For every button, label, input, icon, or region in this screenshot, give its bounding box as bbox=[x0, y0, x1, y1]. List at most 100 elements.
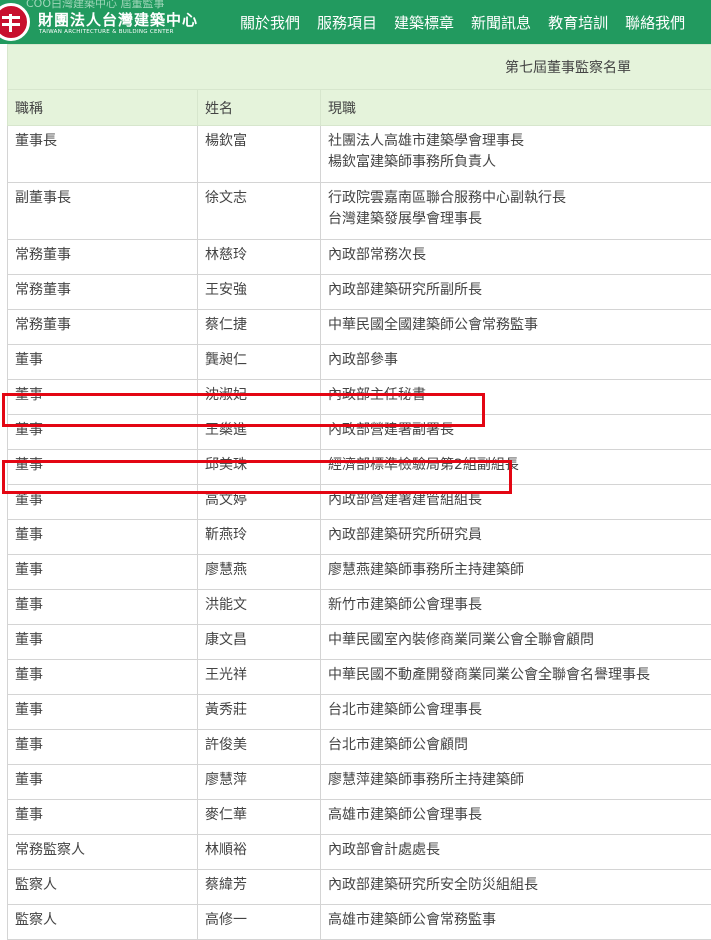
position-line: 新竹市建築師公會理事長 bbox=[328, 595, 710, 616]
cell-position: 台北市建築師公會顧問 bbox=[321, 730, 711, 765]
position-line: 內政部常務次長 bbox=[328, 245, 710, 266]
cell-name: 廖慧萍 bbox=[198, 765, 321, 800]
cell-position: 高雄市建築師公會常務監事 bbox=[321, 905, 711, 940]
table-title: 第七屆董事監察名單 bbox=[8, 45, 711, 90]
position-line: 高雄市建築師公會理事長 bbox=[328, 805, 710, 826]
cell-name: 洪能文 bbox=[198, 590, 321, 625]
cell-role: 董事 bbox=[8, 345, 198, 380]
nav-item-about[interactable]: 關於我們 bbox=[240, 12, 300, 33]
table-row: 常務董事蔡仁捷中華民國全國建築師公會常務監事 bbox=[8, 310, 711, 345]
cell-role: 董事 bbox=[8, 625, 198, 660]
table-row: 董事王光祥中華民國不動產開發商業同業公會全聯會名譽理事長 bbox=[8, 660, 711, 695]
table-row: 常務監察人林順裕內政部會計處處長 bbox=[8, 835, 711, 870]
cell-role: 董事 bbox=[8, 590, 198, 625]
cell-role: 董事 bbox=[8, 800, 198, 835]
highlight-box-1 bbox=[2, 393, 485, 427]
cell-name: 高修一 bbox=[198, 905, 321, 940]
cell-name: 黃秀莊 bbox=[198, 695, 321, 730]
table-title-row: 第七屆董事監察名單 bbox=[8, 45, 711, 90]
table-row: 董事廖慧燕廖慧燕建築師事務所主持建築師 bbox=[8, 555, 711, 590]
cell-role: 常務監察人 bbox=[8, 835, 198, 870]
position-line: 行政院雲嘉南區聯合服務中心副執行長 bbox=[328, 188, 710, 209]
cell-position: 內政部參事 bbox=[321, 345, 711, 380]
position-line: 台北市建築師公會理事長 bbox=[328, 700, 710, 721]
cell-role: 董事 bbox=[8, 555, 198, 590]
cell-name: 麥仁華 bbox=[198, 800, 321, 835]
cell-name: 許俊美 bbox=[198, 730, 321, 765]
cell-name: 靳燕玲 bbox=[198, 520, 321, 555]
position-line: 中華民國全國建築師公會常務監事 bbox=[328, 315, 710, 336]
nav-item-training[interactable]: 教育培訓 bbox=[548, 12, 608, 33]
cell-position: 社團法人高雄市建築學會理事長楊欽富建築師事務所負責人 bbox=[321, 126, 711, 183]
table-row: 監察人高修一高雄市建築師公會常務監事 bbox=[8, 905, 711, 940]
table-row: 董事黃秀莊台北市建築師公會理事長 bbox=[8, 695, 711, 730]
cell-position: 中華民國不動產開發商業同業公會全聯會名譽理事長 bbox=[321, 660, 711, 695]
position-line: 內政部建築研究所副所長 bbox=[328, 280, 710, 301]
position-line: 內政部建築研究所安全防災組組長 bbox=[328, 875, 710, 896]
position-line: 廖慧燕建築師事務所主持建築師 bbox=[328, 560, 710, 581]
nav-item-news[interactable]: 新聞訊息 bbox=[471, 12, 531, 33]
cell-name: 王光祥 bbox=[198, 660, 321, 695]
org-name-en: TAIWAN ARCHITECTURE & BUILDING CENTER bbox=[39, 29, 174, 35]
table-row: 監察人蔡緯芳內政部建築研究所安全防災組組長 bbox=[8, 870, 711, 905]
cell-position: 中華民國室內裝修商業同業公會全聯會顧問 bbox=[321, 625, 711, 660]
cell-role: 董事 bbox=[8, 765, 198, 800]
cell-role: 監察人 bbox=[8, 905, 198, 940]
position-line: 高雄市建築師公會常務監事 bbox=[328, 910, 710, 931]
cell-role: 董事 bbox=[8, 695, 198, 730]
cell-role: 董事長 bbox=[8, 126, 198, 183]
column-header-role: 職稱 bbox=[8, 90, 198, 126]
nav-item-services[interactable]: 服務項目 bbox=[317, 12, 377, 33]
cell-role: 常務董事 bbox=[8, 310, 198, 345]
position-line: 廖慧萍建築師事務所主持建築師 bbox=[328, 770, 710, 791]
cell-role: 董事 bbox=[8, 660, 198, 695]
cell-name: 徐文志 bbox=[198, 183, 321, 240]
cell-position: 內政部會計處處長 bbox=[321, 835, 711, 870]
position-line: 中華民國室內裝修商業同業公會全聯會顧問 bbox=[328, 630, 710, 651]
table-row: 董事龔昶仁內政部參事 bbox=[8, 345, 711, 380]
cell-name: 林慈玲 bbox=[198, 240, 321, 275]
site-header: COO白灣建築中心 屆董監事 財團法人台灣建築中心 TAIWAN ARCHITE… bbox=[0, 0, 711, 44]
cell-position: 廖慧萍建築師事務所主持建築師 bbox=[321, 765, 711, 800]
cell-role: 董事 bbox=[8, 730, 198, 765]
cell-name: 廖慧燕 bbox=[198, 555, 321, 590]
cell-role: 常務董事 bbox=[8, 240, 198, 275]
cell-position: 高雄市建築師公會理事長 bbox=[321, 800, 711, 835]
position-line: 楊欽富建築師事務所負責人 bbox=[328, 152, 710, 173]
position-line: 中華民國不動產開發商業同業公會全聯會名譽理事長 bbox=[328, 665, 710, 686]
table-row: 董事許俊美台北市建築師公會顧問 bbox=[8, 730, 711, 765]
cell-position: 內政部建築研究所副所長 bbox=[321, 275, 711, 310]
cell-position: 行政院雲嘉南區聯合服務中心副執行長台灣建築發展學會理事長 bbox=[321, 183, 711, 240]
cell-name: 王安強 bbox=[198, 275, 321, 310]
table-row: 董事洪能文新竹市建築師公會理事長 bbox=[8, 590, 711, 625]
table-row: 常務董事王安強內政部建築研究所副所長 bbox=[8, 275, 711, 310]
cell-position: 廖慧燕建築師事務所主持建築師 bbox=[321, 555, 711, 590]
cell-name: 康文昌 bbox=[198, 625, 321, 660]
table-row: 董事長楊欽富社團法人高雄市建築學會理事長楊欽富建築師事務所負責人 bbox=[8, 126, 711, 183]
cell-position: 內政部建築研究所安全防災組組長 bbox=[321, 870, 711, 905]
cell-role: 常務董事 bbox=[8, 275, 198, 310]
table-row: 董事麥仁華高雄市建築師公會理事長 bbox=[8, 800, 711, 835]
position-line: 內政部參事 bbox=[328, 350, 710, 371]
nav-item-contact[interactable]: 聯絡我們 bbox=[625, 12, 685, 33]
cell-position: 內政部建築研究所研究員 bbox=[321, 520, 711, 555]
table-row: 董事靳燕玲內政部建築研究所研究員 bbox=[8, 520, 711, 555]
position-line: 內政部會計處處長 bbox=[328, 840, 710, 861]
org-name[interactable]: 財團法人台灣建築中心 bbox=[38, 9, 198, 30]
main-nav: 關於我們服務項目建築標章新聞訊息教育培訓聯絡我們 bbox=[240, 12, 702, 33]
cell-role: 董事 bbox=[8, 520, 198, 555]
cell-position: 台北市建築師公會理事長 bbox=[321, 695, 711, 730]
cell-position: 新竹市建築師公會理事長 bbox=[321, 590, 711, 625]
position-line: 內政部建築研究所研究員 bbox=[328, 525, 710, 546]
position-line: 台灣建築發展學會理事長 bbox=[328, 209, 710, 230]
cell-name: 龔昶仁 bbox=[198, 345, 321, 380]
cell-name: 楊欽富 bbox=[198, 126, 321, 183]
cell-name: 蔡仁捷 bbox=[198, 310, 321, 345]
cell-role: 監察人 bbox=[8, 870, 198, 905]
nav-item-labels[interactable]: 建築標章 bbox=[394, 12, 454, 33]
table-row: 董事廖慧萍廖慧萍建築師事務所主持建築師 bbox=[8, 765, 711, 800]
cell-role: 副董事長 bbox=[8, 183, 198, 240]
table-row: 董事康文昌中華民國室內裝修商業同業公會全聯會顧問 bbox=[8, 625, 711, 660]
cell-name: 林順裕 bbox=[198, 835, 321, 870]
cell-position: 內政部常務次長 bbox=[321, 240, 711, 275]
